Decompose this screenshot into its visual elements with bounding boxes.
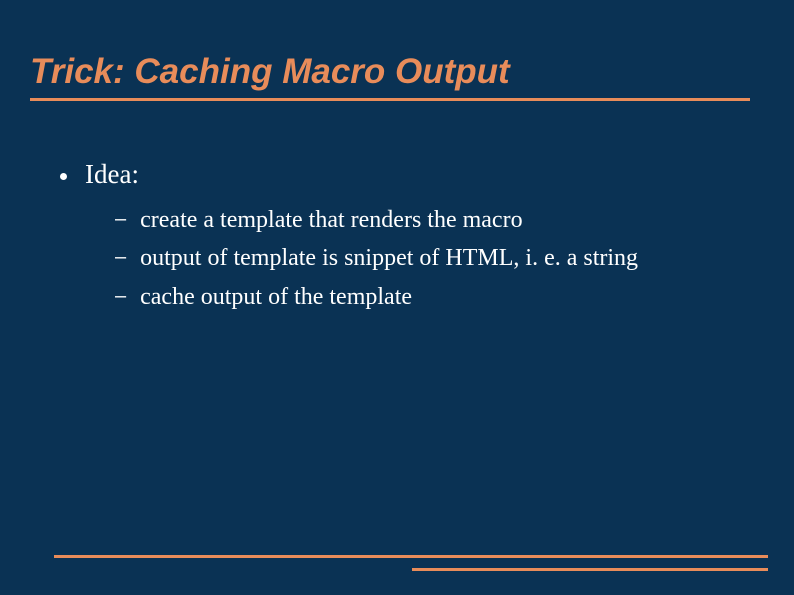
list-item: – output of template is snippet of HTML,… xyxy=(115,242,764,274)
sub-item-text: output of template is snippet of HTML, i… xyxy=(140,242,638,274)
list-item: – create a template that renders the mac… xyxy=(115,204,764,236)
bullet-dot-icon xyxy=(60,173,67,180)
slide-title: Trick: Caching Macro Output xyxy=(30,52,764,92)
sub-list: – create a template that renders the mac… xyxy=(60,204,764,313)
dash-icon: – xyxy=(115,246,126,269)
footer-line-long xyxy=(54,555,768,558)
dash-icon: – xyxy=(115,285,126,308)
bullet-item: Idea: xyxy=(60,159,764,190)
footer-line-short xyxy=(412,568,768,571)
footer-decoration xyxy=(54,555,768,571)
slide-content: Idea: – create a template that renders t… xyxy=(30,159,764,313)
slide: Trick: Caching Macro Output Idea: – crea… xyxy=(0,0,794,595)
list-item: – cache output of the template xyxy=(115,281,764,313)
bullet-label: Idea: xyxy=(85,159,139,190)
sub-item-text: create a template that renders the macro xyxy=(140,204,522,236)
title-underline xyxy=(30,98,750,101)
dash-icon: – xyxy=(115,208,126,231)
sub-item-text: cache output of the template xyxy=(140,281,412,313)
